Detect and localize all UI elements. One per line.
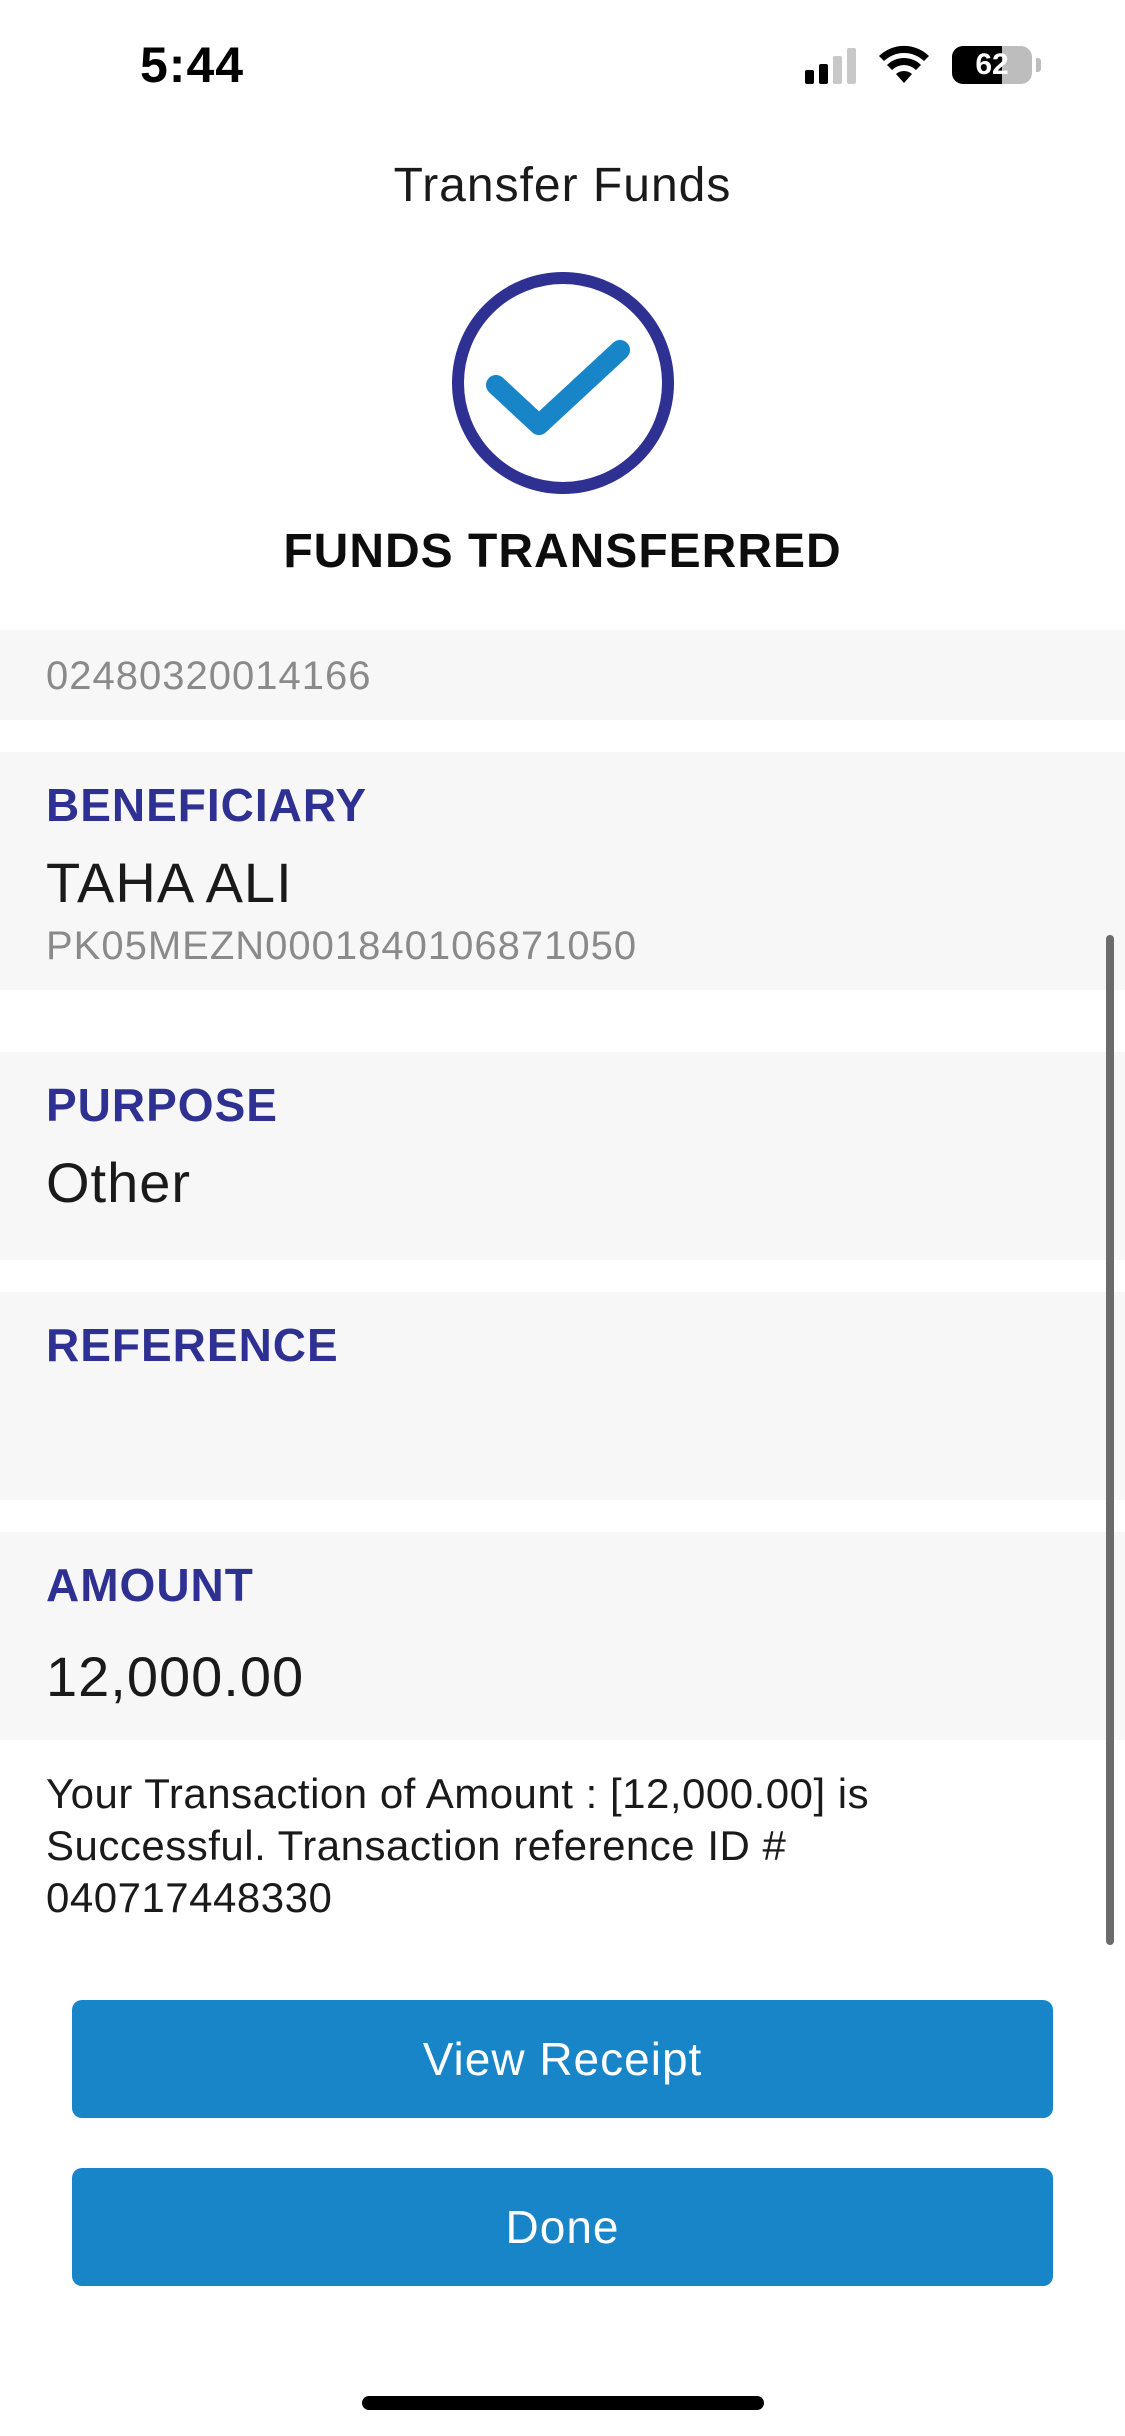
beneficiary-row: BENEFICIARY TAHA ALI PK05MEZN00018401068… bbox=[0, 752, 1125, 990]
from-account-row: 02480320014166 bbox=[0, 630, 1125, 720]
cellular-signal-icon bbox=[805, 46, 856, 84]
reference-row: REFERENCE bbox=[0, 1292, 1125, 1500]
amount-label: AMOUNT bbox=[46, 1559, 254, 1611]
view-receipt-button[interactable]: View Receipt bbox=[72, 2000, 1053, 2118]
from-account-number: 02480320014166 bbox=[46, 654, 372, 698]
status-bar: 5:44 62 bbox=[0, 0, 1125, 130]
battery-icon: 62 bbox=[952, 46, 1032, 84]
reference-label: REFERENCE bbox=[46, 1319, 339, 1371]
beneficiary-name: TAHA ALI bbox=[46, 851, 293, 914]
beneficiary-iban: PK05MEZN0001840106871050 bbox=[46, 924, 638, 968]
amount-row: AMOUNT 12,000.00 bbox=[0, 1532, 1125, 1740]
check-circle-icon bbox=[452, 272, 674, 494]
page-title: Transfer Funds bbox=[393, 159, 732, 212]
wifi-icon bbox=[879, 45, 929, 83]
purpose-value: Other bbox=[46, 1151, 192, 1214]
beneficiary-label: BENEFICIARY bbox=[46, 779, 368, 831]
status-icons: 62 bbox=[805, 42, 1041, 88]
battery-level: 62 bbox=[975, 48, 1009, 81]
transaction-message: Your Transaction of Amount : [12,000.00]… bbox=[46, 1770, 870, 1921]
battery-cap bbox=[1036, 58, 1041, 72]
amount-value: 12,000.00 bbox=[46, 1645, 305, 1708]
purpose-row: PURPOSE Other bbox=[0, 1052, 1125, 1260]
purpose-label: PURPOSE bbox=[46, 1079, 278, 1131]
home-indicator[interactable] bbox=[362, 2396, 764, 2410]
done-button[interactable]: Done bbox=[72, 2168, 1053, 2286]
scrollbar[interactable] bbox=[1106, 935, 1114, 1945]
status-time: 5:44 bbox=[140, 37, 245, 93]
status-heading: FUNDS TRANSFERRED bbox=[283, 525, 842, 578]
